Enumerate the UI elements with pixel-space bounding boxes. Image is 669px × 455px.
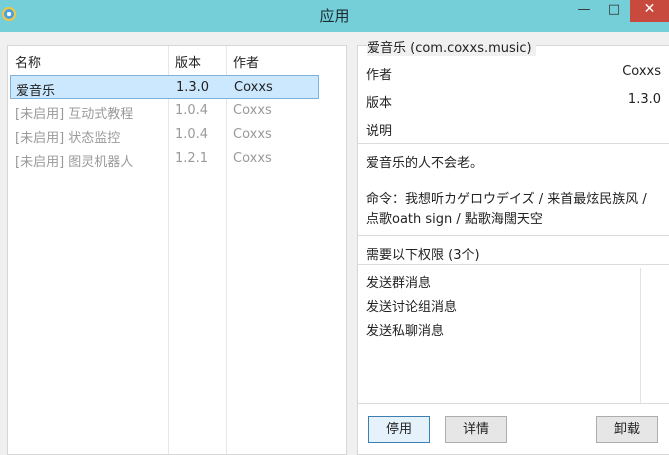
permissions-header: 需要以下权限 (3个) — [366, 248, 480, 263]
author-label: 作者 — [366, 68, 393, 83]
divider — [358, 403, 669, 404]
column-header-version[interactable]: 版本 — [175, 52, 201, 71]
list-header: 名称 版本 作者 — [8, 46, 346, 74]
permission-item: 发送讨论组消息 — [366, 300, 458, 315]
app-version: 1.0.4 — [175, 103, 209, 118]
title-bar: 应用 — □ ✕ — [0, 0, 669, 32]
permissions-scroll-track — [640, 268, 641, 403]
app-name: [未启用] 图灵机器人 — [15, 155, 134, 170]
permission-item: 发送私聊消息 — [366, 324, 445, 339]
app-author: Coxxs — [234, 80, 273, 95]
minimize-button[interactable]: — — [571, 0, 597, 22]
list-item[interactable]: [未启用] 图灵机器人 1.2.1 Coxxs — [8, 147, 346, 171]
app-version: 1.2.1 — [175, 151, 209, 166]
app-version: 1.3.0 — [176, 80, 210, 95]
version-value: 1.3.0 — [627, 92, 661, 107]
uninstall-button[interactable]: 卸载 — [596, 416, 658, 443]
close-button[interactable]: ✕ — [630, 0, 669, 22]
app-version: 1.0.4 — [175, 127, 209, 142]
maximize-button[interactable]: □ — [601, 0, 627, 22]
app-name: [未启用] 互动式教程 — [15, 107, 134, 122]
permission-item: 发送群消息 — [366, 276, 432, 291]
window-title: 应用 — [319, 7, 350, 25]
author-value: Coxxs — [622, 64, 661, 79]
detail-group-title: 爱音乐 (com.coxxs.music) — [367, 37, 536, 56]
details-button[interactable]: 详情 — [445, 416, 507, 443]
divider — [358, 143, 669, 144]
app-name: [未启用] 状态监控 — [15, 131, 121, 146]
description-text: 爱音乐的人不会老。 — [366, 156, 484, 171]
list-item[interactable]: [未启用] 互动式教程 1.0.4 Coxxs — [8, 99, 346, 123]
commands-text: 命令：我想听カゲロウデイズ / 来首最炫民族风 / 点歌oath sign / … — [366, 192, 647, 227]
app-list[interactable]: 名称 版本 作者 爱音乐 1.3.0 Coxxs [未启用] 互动式教程 1.0… — [7, 45, 347, 455]
column-header-name[interactable]: 名称 — [15, 52, 41, 71]
app-author: Coxxs — [233, 127, 272, 142]
app-author: Coxxs — [233, 103, 272, 118]
app-name: 爱音乐 — [16, 84, 56, 99]
list-item[interactable]: 爱音乐 1.3.0 Coxxs — [10, 75, 319, 99]
divider — [358, 235, 669, 236]
list-item[interactable]: [未启用] 状态监控 1.0.4 Coxxs — [8, 123, 346, 147]
app-detail-panel: 作者 Coxxs 版本 1.3.0 说明 爱音乐的人不会老。 命令：我想听カゲロ… — [357, 45, 669, 455]
version-label: 版本 — [366, 96, 393, 111]
disable-button[interactable]: 停用 — [368, 416, 430, 443]
description-label: 说明 — [366, 124, 393, 139]
divider — [358, 264, 669, 265]
app-author: Coxxs — [233, 151, 272, 166]
column-header-author[interactable]: 作者 — [233, 52, 259, 71]
